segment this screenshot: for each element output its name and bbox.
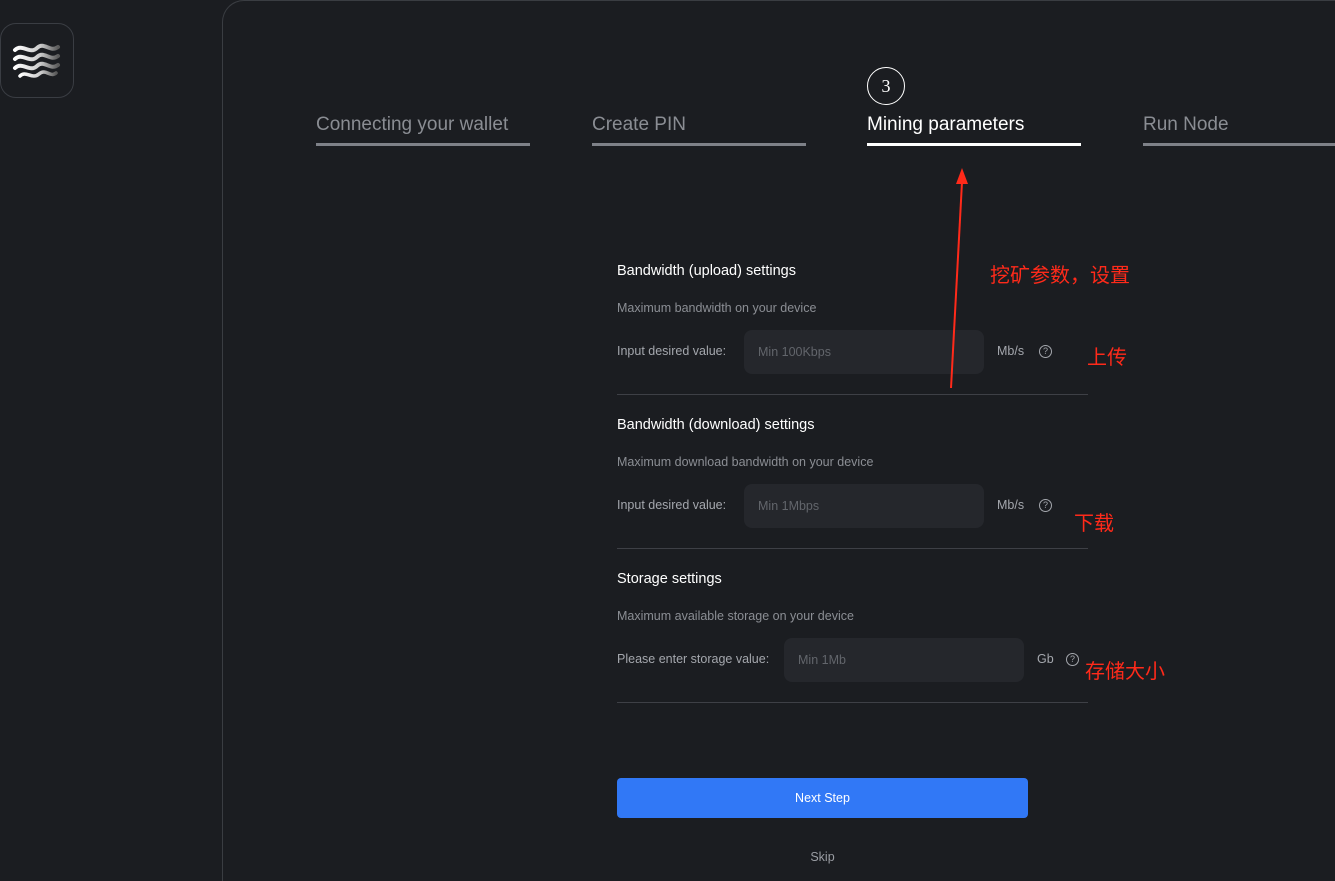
step-run-node[interactable]: Run Node <box>1143 114 1335 146</box>
step-label: Create PIN <box>592 114 686 135</box>
download-bandwidth-input[interactable] <box>744 484 984 528</box>
input-label: Please enter storage value: <box>617 652 770 666</box>
upload-input-row: Input desired value: Mb/s ? <box>617 330 1088 374</box>
storage-value-input[interactable] <box>784 638 1024 682</box>
step-label: Connecting your wallet <box>316 114 509 135</box>
step-progress-bar <box>592 143 806 146</box>
unit-label: Mb/s <box>997 344 1025 358</box>
section-subtitle: Maximum available storage on your device <box>617 609 854 623</box>
step-progress-bar <box>316 143 530 146</box>
input-label: Input desired value: <box>617 498 727 512</box>
step-progress-bar <box>1143 143 1335 146</box>
sidebar <box>0 0 222 881</box>
step-connecting-wallet[interactable]: Connecting your wallet <box>316 114 530 146</box>
annotation-download: 下载 <box>1074 511 1114 535</box>
annotation-storage: 存储大小 <box>1085 659 1165 683</box>
input-label: Input desired value: <box>617 344 727 358</box>
active-step-number: 3 <box>867 67 905 105</box>
step-progress-bar <box>867 143 1081 146</box>
unit-label: Mb/s <box>997 498 1025 512</box>
step-label: Mining parameters <box>867 114 1025 135</box>
annotation-upload: 上传 <box>1087 345 1127 369</box>
help-icon[interactable]: ? <box>1039 499 1052 512</box>
section-divider <box>617 394 1088 395</box>
help-icon[interactable]: ? <box>1039 345 1052 358</box>
unit-label: Gb <box>1037 652 1054 666</box>
section-divider <box>617 548 1088 549</box>
waves-logo-icon <box>13 43 60 78</box>
next-step-button[interactable]: Next Step <box>617 778 1028 818</box>
download-input-row: Input desired value: Mb/s ? <box>617 484 1088 528</box>
annotation-mining-params: 挖矿参数，设置 <box>990 263 1130 287</box>
step-create-pin[interactable]: Create PIN <box>592 114 806 146</box>
download-settings-section: Bandwidth (download) settings Maximum do… <box>617 416 1088 528</box>
section-title: Storage settings <box>617 571 722 587</box>
section-subtitle: Maximum download bandwidth on your devic… <box>617 455 874 469</box>
section-divider <box>617 702 1088 703</box>
skip-link[interactable]: Skip <box>617 850 1028 864</box>
step-mining-parameters[interactable]: Mining parameters <box>867 114 1081 146</box>
upload-bandwidth-input[interactable] <box>744 330 984 374</box>
app-logo[interactable] <box>0 23 74 98</box>
section-title: Bandwidth (download) settings <box>617 417 815 433</box>
storage-settings-section: Storage settings Maximum available stora… <box>617 570 1088 682</box>
section-subtitle: Maximum bandwidth on your device <box>617 301 817 315</box>
step-label: Run Node <box>1143 114 1229 135</box>
help-icon[interactable]: ? <box>1066 653 1079 666</box>
storage-input-row: Please enter storage value: Gb ? <box>617 638 1088 682</box>
